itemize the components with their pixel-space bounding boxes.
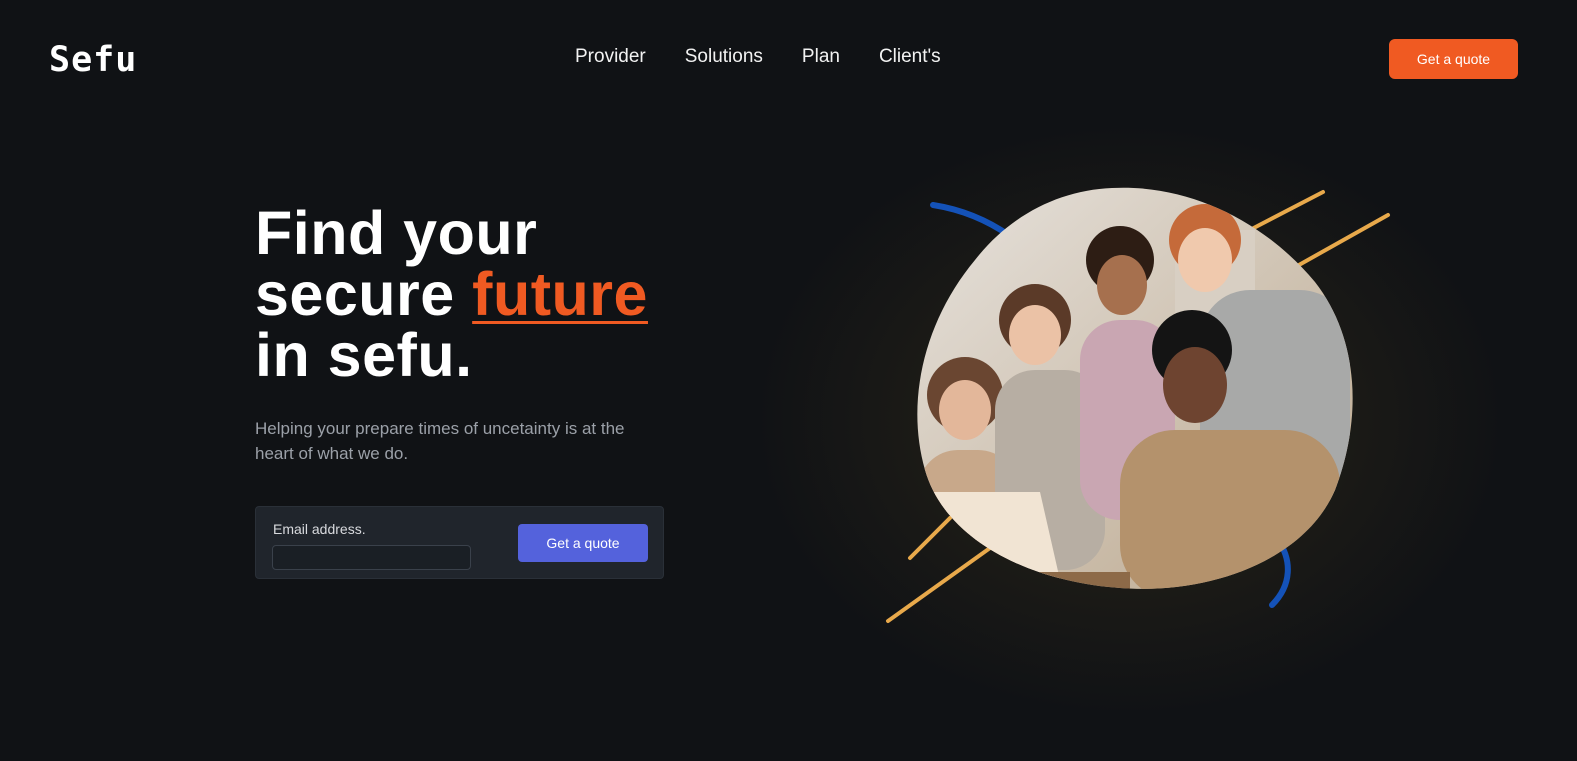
brand-logo[interactable]: Sefu — [49, 40, 137, 80]
nav-link-plan[interactable]: Plan — [802, 46, 840, 68]
hero-illustration — [886, 187, 1390, 623]
decor-gold-line — [1244, 190, 1325, 234]
email-input[interactable] — [272, 545, 471, 570]
nav-link-solutions[interactable]: Solutions — [685, 46, 763, 68]
decor-blue-arc — [930, 202, 1013, 239]
team-photo-image — [917, 187, 1353, 589]
hero-subtext: Helping your prepare times of uncetainty… — [255, 419, 625, 463]
nav-link-provider[interactable]: Provider — [575, 46, 646, 68]
header-get-quote-button[interactable]: Get a quote — [1389, 39, 1518, 79]
email-label: Email address. — [273, 521, 366, 537]
headline-line-1: Find your — [255, 199, 538, 267]
form-get-quote-button[interactable]: Get a quote — [518, 524, 648, 562]
quote-form: Email address. Get a quote — [255, 506, 664, 579]
hero-headline: Find your secure future in sefu. — [255, 203, 648, 386]
decor-gold-line — [1288, 213, 1390, 272]
decor-gold-line — [886, 546, 992, 623]
headline-line-2-prefix: secure — [255, 260, 473, 328]
main-nav: Provider Solutions Plan Client's — [575, 46, 941, 68]
decor-gold-line — [908, 516, 952, 560]
nav-link-clients[interactable]: Client's — [879, 46, 941, 68]
headline-accent-word: future — [472, 260, 648, 328]
headline-line-3: in sefu. — [255, 321, 473, 389]
